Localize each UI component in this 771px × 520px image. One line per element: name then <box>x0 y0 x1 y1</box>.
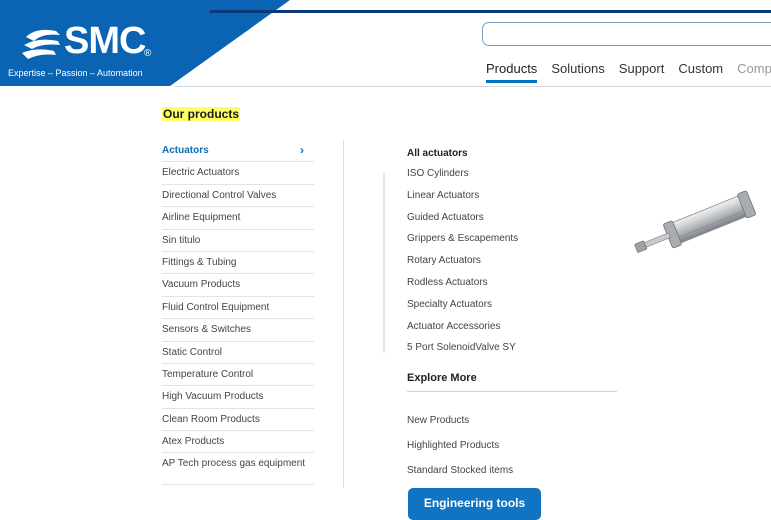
explore-list: New Products Highlighted Products Standa… <box>407 410 513 485</box>
category-item-vacuum-products[interactable]: Vacuum Products <box>162 274 314 297</box>
category-item-actuators[interactable]: Actuators › <box>162 140 314 163</box>
category-item-atex-products[interactable]: Atex Products <box>162 431 314 454</box>
category-item-high-vacuum-products[interactable]: High Vacuum Products <box>162 386 314 409</box>
page-title: Our products <box>162 107 241 121</box>
subcategory-item[interactable]: Actuator Accessories <box>407 316 518 338</box>
category-item-static-control[interactable]: Static Control <box>162 342 314 364</box>
category-item-clean-room-products[interactable]: Clean Room Products <box>162 409 314 432</box>
subcategory-item[interactable]: Specialty Actuators <box>407 294 518 316</box>
category-item-directional-control-valves[interactable]: Directional Control Valves <box>162 185 314 208</box>
brand-name[interactable]: SMC <box>64 20 146 63</box>
category-label: Actuators <box>162 145 209 156</box>
nav-support[interactable]: Support <box>619 61 665 83</box>
subcategory-item[interactable]: Rodless Actuators <box>407 272 518 294</box>
brand-tagline: Expertise – Passion – Automation <box>8 68 143 78</box>
subcategory-list: ISO Cylinders Linear Actuators Guided Ac… <box>407 163 518 359</box>
explore-item-highlighted-products[interactable]: Highlighted Products <box>407 435 513 460</box>
header-divider <box>175 86 771 87</box>
explore-item-new-products[interactable]: New Products <box>407 410 513 435</box>
engineering-tools-button[interactable]: Engineering tools <box>408 488 541 520</box>
explore-item-standard-stocked[interactable]: Standard Stocked items <box>407 460 513 485</box>
nav-company[interactable]: Comp <box>737 61 771 83</box>
category-item-sensors-switches[interactable]: Sensors & Switches <box>162 319 314 342</box>
search-input[interactable] <box>482 22 771 46</box>
category-list: Actuators › Electric Actuators Direction… <box>162 140 314 486</box>
subcategory-item[interactable]: Rotary Actuators <box>407 250 518 272</box>
subcategory-item[interactable]: Linear Actuators <box>407 185 518 207</box>
category-item-temperature-control[interactable]: Temperature Control <box>162 364 314 387</box>
all-actuators-link[interactable]: All actuators <box>407 148 468 159</box>
subcategory-scrollbar[interactable] <box>383 172 385 353</box>
category-item-fittings-tubing[interactable]: Fittings & Tubing <box>162 252 314 275</box>
subcategory-item[interactable]: ISO Cylinders <box>407 163 518 185</box>
category-item-ap-tech[interactable]: AP Tech process gas equipment <box>162 453 314 486</box>
nav-custom[interactable]: Custom <box>678 61 723 83</box>
subcategory-item[interactable]: 5 Port SolenoidValve SY <box>407 337 518 359</box>
explore-divider <box>407 391 617 392</box>
subcategory-item[interactable]: Guided Actuators <box>407 207 518 229</box>
explore-more-heading: Explore More <box>407 372 477 384</box>
category-item-sin-titulo[interactable]: Sin titulo <box>162 230 314 252</box>
category-item-airline-equipment[interactable]: Airline Equipment <box>162 207 314 230</box>
category-item-electric-actuators[interactable]: Electric Actuators <box>162 162 314 185</box>
registered-mark: ® <box>144 48 152 59</box>
column-divider <box>343 140 344 488</box>
chevron-right-icon: › <box>300 143 304 157</box>
header-top-line <box>210 10 771 13</box>
nav-products[interactable]: Products <box>486 61 538 83</box>
actuator-product-image <box>634 190 756 253</box>
nav-solutions[interactable]: Solutions <box>551 61 604 83</box>
category-item-fluid-control-equipment[interactable]: Fluid Control Equipment <box>162 297 314 320</box>
smc-logo-icon[interactable] <box>20 27 62 61</box>
subcategory-item[interactable]: Grippers & Escapements <box>407 228 518 250</box>
site-header: SMC ® Expertise – Passion – Automation P… <box>0 0 771 90</box>
main-nav: Products Solutions Support Custom Comp <box>486 61 771 83</box>
